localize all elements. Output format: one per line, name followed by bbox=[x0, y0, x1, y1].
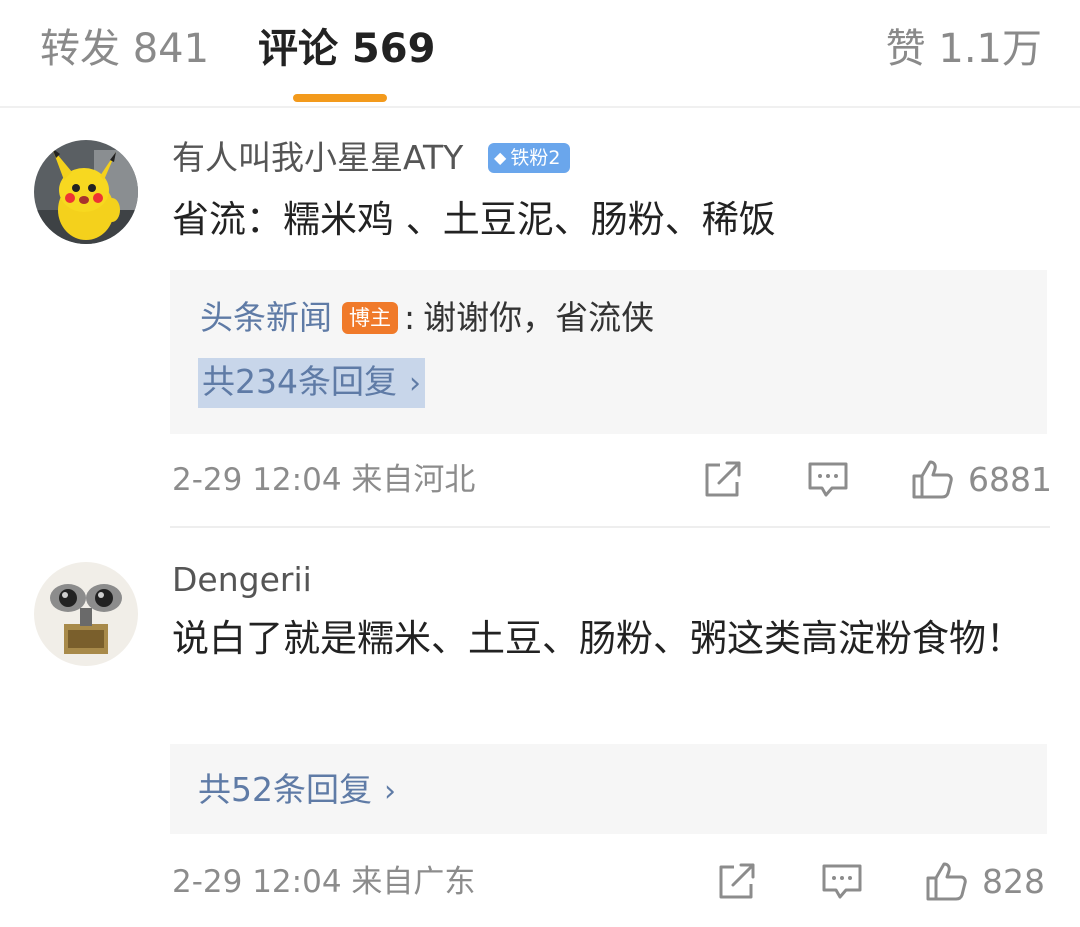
share-button[interactable] bbox=[702, 460, 744, 500]
tab-comments[interactable]: 评论 569 bbox=[258, 24, 435, 74]
comment-button[interactable] bbox=[820, 862, 864, 902]
comment-meta: 2-29 12:04 来自广东 bbox=[172, 864, 476, 900]
more-replies-link[interactable]: 共52条回复 › bbox=[198, 768, 396, 814]
reply-text: 谢谢你，省流侠 bbox=[423, 298, 655, 337]
fan-badge-label: 铁粉2 bbox=[510, 147, 561, 169]
comment-icon bbox=[822, 864, 862, 899]
share-icon bbox=[719, 863, 755, 899]
pikachu-avatar-icon bbox=[34, 140, 138, 244]
avatar[interactable] bbox=[34, 562, 138, 666]
share-icon bbox=[705, 461, 741, 497]
comment-text: 省流：糯米鸡 、土豆泥、肠粉、稀饭 bbox=[172, 198, 776, 241]
comment-divider bbox=[170, 526, 1050, 528]
tab-reposts[interactable]: 转发 841 bbox=[40, 24, 209, 74]
chevron-right-icon: › bbox=[384, 774, 396, 809]
username[interactable]: Dengerii bbox=[172, 560, 312, 600]
like-count: 828 bbox=[982, 861, 1045, 901]
thumbs-up-icon bbox=[926, 862, 967, 901]
chevron-right-icon: › bbox=[409, 366, 421, 401]
reply-preview-box[interactable]: 头条新闻 博主 : 谢谢你，省流侠 共234条回复 › bbox=[170, 270, 1047, 434]
tab-likes[interactable]: 赞 1.1万 bbox=[886, 24, 1042, 74]
comment-tabs: 转发 841 评论 569 赞 1.1万 bbox=[0, 0, 1080, 108]
more-replies-link[interactable]: 共234条回复 › bbox=[198, 358, 425, 408]
comment-text: 说白了就是糯米、土豆、肠粉、粥这类高淀粉食物！ bbox=[172, 617, 1023, 660]
comment-meta: 2-29 12:04 来自河北 bbox=[172, 462, 476, 498]
thumbs-up-icon bbox=[912, 460, 953, 499]
avatar[interactable] bbox=[34, 140, 138, 244]
fan-level-badge: ◆ 铁粉2 bbox=[488, 143, 571, 173]
reply-preview-box[interactable]: 共52条回复 › bbox=[170, 744, 1047, 834]
like-count: 6881 bbox=[968, 459, 1052, 499]
comment-icon bbox=[808, 462, 848, 497]
reply-separator: : bbox=[404, 298, 416, 337]
reply-author[interactable]: 头条新闻 bbox=[200, 296, 332, 340]
like-button[interactable]: 828 bbox=[924, 860, 1045, 902]
like-button[interactable]: 6881 bbox=[910, 458, 1052, 500]
comment-button[interactable] bbox=[806, 460, 850, 500]
reply-preview-line: 头条新闻 博主 : 谢谢你，省流侠 bbox=[200, 296, 654, 340]
more-replies-label: 共234条回复 bbox=[202, 362, 397, 401]
blogger-badge: 博主 bbox=[342, 302, 398, 334]
robot-avatar-icon bbox=[34, 562, 138, 666]
active-tab-indicator bbox=[293, 94, 387, 102]
username[interactable]: 有人叫我小星星ATY bbox=[172, 138, 463, 178]
share-button[interactable] bbox=[716, 862, 758, 902]
more-replies-label: 共52条回复 bbox=[198, 770, 372, 809]
diamond-icon: ◆ bbox=[494, 148, 507, 167]
